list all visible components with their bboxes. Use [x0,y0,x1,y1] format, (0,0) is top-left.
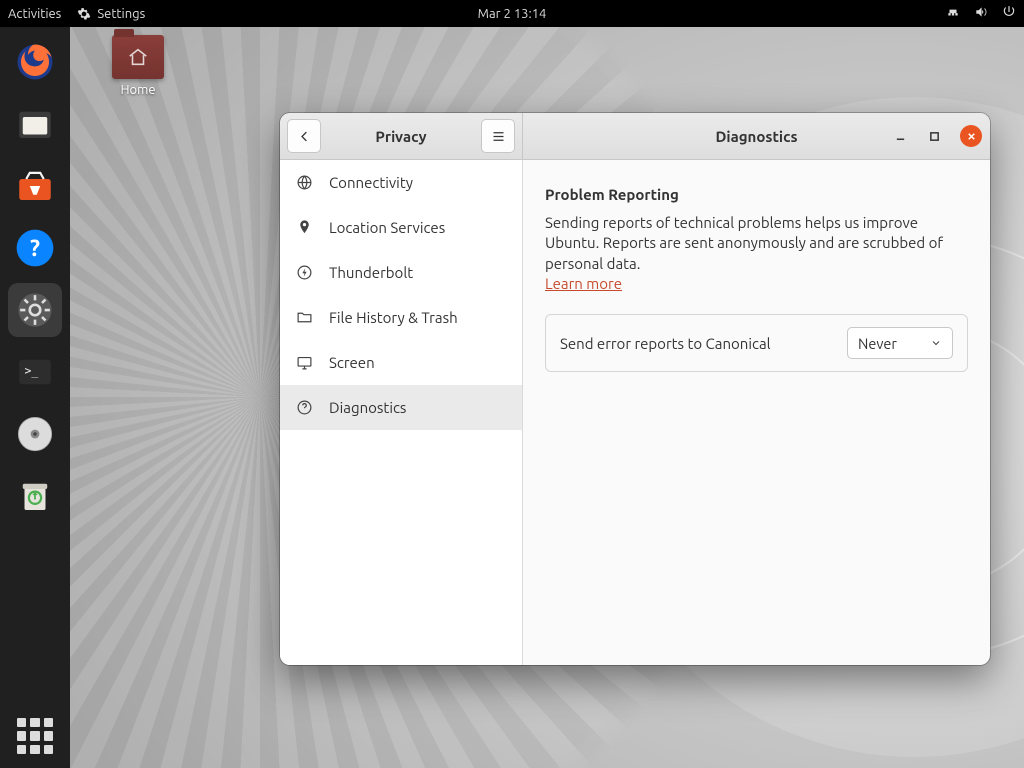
sidebar-item-label: Diagnostics [329,399,406,416]
page-title: Diagnostics [715,128,797,145]
minimize-icon [895,131,906,142]
back-button[interactable] [287,119,321,153]
thunderbolt-icon [296,264,313,281]
close-button[interactable] [960,125,982,147]
dock-item-settings[interactable] [8,283,62,337]
top-bar: Activities Settings Mar 2 13:14 [0,0,1024,27]
sidebar-item-diagnostics[interactable]: Diagnostics [280,385,522,430]
desktop-icon-home[interactable]: Home [102,35,174,97]
activities-button[interactable]: Activities [8,7,61,21]
folder-icon [112,35,164,79]
sidebar-item-connectivity[interactable]: Connectivity [280,160,522,205]
sidebar-item-label: Location Services [329,219,445,236]
volume-icon[interactable] [974,5,988,22]
section-heading: Problem Reporting [545,186,968,203]
hamburger-icon [491,129,506,144]
sidebar-item-location[interactable]: Location Services [280,205,522,250]
privacy-sidebar: Connectivity Location Services Thunderbo… [280,160,523,665]
location-icon [296,219,313,236]
power-icon[interactable] [1002,5,1016,22]
dock-item-files[interactable] [8,97,62,151]
sidebar-item-screen[interactable]: Screen [280,340,522,385]
settings-window: Privacy Diagnostics [280,113,990,665]
terminal-icon: >_ [14,351,56,393]
clock[interactable]: Mar 2 13:14 [478,7,547,21]
maximize-icon [929,131,940,142]
chevron-down-icon [930,337,942,349]
dock-item-software[interactable] [8,159,62,213]
sidebar-item-thunderbolt[interactable]: Thunderbolt [280,250,522,295]
hamburger-button[interactable] [481,119,515,153]
close-icon [966,131,977,142]
svg-text:?: ? [30,236,40,261]
dock-item-disc[interactable] [8,407,62,461]
setting-row-error-reports: Send error reports to Canonical Never [545,314,968,372]
sidebar-item-label: Screen [329,354,375,371]
desktop: Home Privacy Diagnostics [70,27,1024,768]
titlebar[interactable]: Privacy Diagnostics [280,113,990,160]
software-icon [14,165,56,207]
content-pane: Problem Reporting Sending reports of tec… [523,160,990,665]
svg-text:>_: >_ [25,364,39,378]
dock-item-trash[interactable] [8,469,62,523]
section-body: Sending reports of technical problems he… [545,214,943,272]
globe-icon [296,174,313,191]
sidebar-item-label: Thunderbolt [329,264,413,281]
show-applications-button[interactable] [17,718,53,754]
desktop-icon-label: Home [102,83,174,97]
disc-icon [14,413,56,455]
folder-icon [296,309,313,326]
gear-icon [14,289,56,331]
firefox-icon [14,41,56,83]
trash-icon [14,475,56,517]
sidebar-item-file-history[interactable]: File History & Trash [280,295,522,340]
dock-item-firefox[interactable] [8,35,62,89]
network-icon[interactable] [946,5,960,22]
error-reports-dropdown[interactable]: Never [847,327,953,359]
chevron-left-icon [297,129,312,144]
sidebar-item-label: Connectivity [329,174,413,191]
minimize-button[interactable] [892,128,908,144]
topbar-app-menu[interactable]: Settings [77,7,145,21]
maximize-button[interactable] [926,128,942,144]
setting-label: Send error reports to Canonical [560,335,771,352]
dropdown-value: Never [858,335,897,352]
dock-item-terminal[interactable]: >_ [8,345,62,399]
dock-item-help[interactable]: ? [8,221,62,275]
help-icon: ? [14,227,56,269]
gear-icon [77,7,91,21]
dock: ? >_ [0,27,70,768]
monitor-icon [296,354,313,371]
help-icon [296,399,313,416]
learn-more-link[interactable]: Learn more [545,275,622,292]
topbar-app-name: Settings [97,7,145,21]
sidebar-item-label: File History & Trash [329,309,458,326]
sidebar-title: Privacy [375,128,426,145]
files-icon [14,103,56,145]
